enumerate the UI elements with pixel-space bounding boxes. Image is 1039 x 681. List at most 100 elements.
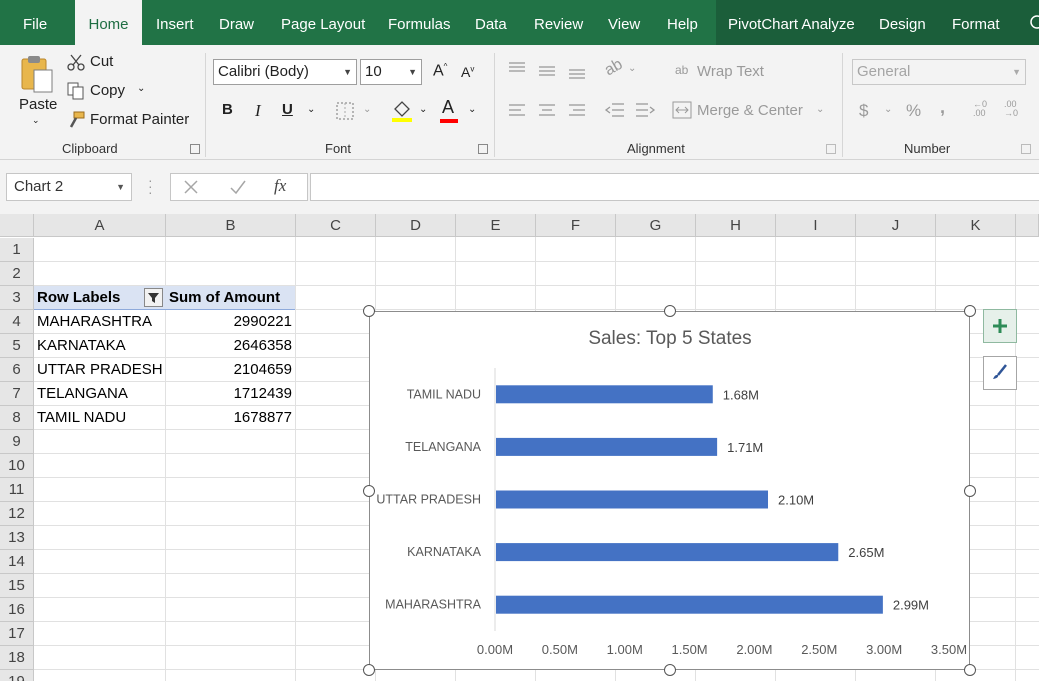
pivot-filter-button[interactable] <box>144 288 163 307</box>
pivot-row-label[interactable]: KARNATAKA <box>37 334 126 358</box>
pivot-row-label[interactable]: TELANGANA <box>37 382 128 406</box>
tab-draw[interactable]: Draw <box>219 0 254 45</box>
format-painter-icon[interactable] <box>67 111 85 129</box>
number-format-dropdown-icon[interactable]: ▼ <box>1012 60 1021 84</box>
chart-bar[interactable] <box>496 385 713 404</box>
fill-color-dropdown-icon[interactable]: ⌄ <box>419 104 427 115</box>
tab-file[interactable]: File <box>23 0 47 45</box>
column-header[interactable]: B <box>166 214 296 237</box>
row-header[interactable]: 1 <box>0 238 34 262</box>
row-header[interactable]: 18 <box>0 646 34 670</box>
pivot-chart[interactable]: Sales: Top 5 States MAHARASHTRA 2.99M KARNA… <box>369 311 970 670</box>
name-box-dropdown-icon[interactable]: ▼ <box>116 174 125 200</box>
indent-icons[interactable] <box>604 100 656 122</box>
font-dialog-launcher[interactable] <box>478 144 488 154</box>
pivot-row-label[interactable]: UTTAR PRADESH <box>37 358 163 382</box>
chart-bar[interactable] <box>496 543 839 562</box>
copy-dropdown-icon[interactable]: ⌄ <box>137 83 145 94</box>
row-header[interactable]: 2 <box>0 262 34 286</box>
font-color-dropdown-icon[interactable]: ⌄ <box>468 104 476 115</box>
column-header[interactable]: I <box>776 214 856 237</box>
pivot-row-value[interactable]: 1712439 <box>166 382 292 406</box>
decrease-font-size-icon[interactable]: Av <box>461 64 474 80</box>
cancel-icon[interactable] <box>183 179 199 195</box>
resize-handle-bottom-left[interactable] <box>363 664 375 676</box>
column-header[interactable]: C <box>296 214 376 237</box>
currency-dropdown-icon[interactable]: ⌄ <box>884 104 892 115</box>
row-header[interactable]: 5 <box>0 334 34 358</box>
merge-center-icon[interactable] <box>672 100 692 120</box>
chart-bar[interactable] <box>496 595 883 614</box>
tab-design[interactable]: Design <box>879 0 926 45</box>
wrap-text-button[interactable]: Wrap Text <box>697 63 764 80</box>
row-header[interactable]: 12 <box>0 502 34 526</box>
font-size-combo[interactable]: 10 ▼ <box>360 59 422 85</box>
copy-button[interactable]: Copy <box>90 82 125 99</box>
row-header[interactable]: 19 <box>0 670 34 681</box>
resize-handle-bottom-right[interactable] <box>964 664 976 676</box>
paste-icon[interactable] <box>20 54 56 94</box>
column-header[interactable]: E <box>456 214 536 237</box>
merge-center-button[interactable]: Merge & Center <box>697 102 803 119</box>
column-header[interactable]: A <box>34 214 166 237</box>
resize-handle-top-left[interactable] <box>363 305 375 317</box>
row-header[interactable]: 3 <box>0 286 34 310</box>
font-name-combo[interactable]: Calibri (Body) ▼ <box>213 59 357 85</box>
name-box[interactable]: Chart 2 ▼ <box>6 173 132 201</box>
row-header[interactable]: 16 <box>0 598 34 622</box>
row-header[interactable]: 7 <box>0 382 34 406</box>
percent-button[interactable]: % <box>906 101 921 121</box>
wrap-text-icon[interactable]: ab <box>675 63 688 77</box>
column-header[interactable]: F <box>536 214 616 237</box>
column-header[interactable]: H <box>696 214 776 237</box>
tab-pivotchart-analyze[interactable]: PivotChart Analyze <box>728 0 855 45</box>
paste-button[interactable]: Paste <box>19 96 57 113</box>
fill-color-icon[interactable] <box>391 99 413 123</box>
number-dialog-launcher[interactable] <box>1021 144 1031 154</box>
row-header[interactable]: 4 <box>0 310 34 334</box>
increase-font-size-icon[interactable]: A^ <box>433 62 447 80</box>
italic-button[interactable]: I <box>255 101 261 121</box>
pivot-row-label[interactable]: MAHARASHTRA <box>37 310 152 334</box>
resize-handle-left[interactable] <box>363 485 375 497</box>
tab-insert[interactable]: Insert <box>156 0 194 45</box>
pivot-row-value[interactable]: 2990221 <box>166 310 292 334</box>
formula-input[interactable] <box>310 173 1039 201</box>
font-name-dropdown-icon[interactable]: ▼ <box>343 60 352 84</box>
number-format-combo[interactable]: General ▼ <box>852 59 1026 85</box>
tab-home[interactable]: Home <box>75 0 142 45</box>
enter-icon[interactable] <box>229 179 247 195</box>
pivot-row-value[interactable]: 2104659 <box>166 358 292 382</box>
font-color-icon[interactable]: A <box>442 97 454 118</box>
row-header[interactable]: 17 <box>0 622 34 646</box>
orientation-icon[interactable]: ab <box>602 56 626 80</box>
pivot-row-labels-header[interactable]: Row Labels <box>37 286 120 310</box>
row-header[interactable]: 9 <box>0 430 34 454</box>
tab-view[interactable]: View <box>608 0 640 45</box>
row-header[interactable]: 8 <box>0 406 34 430</box>
chart-bar[interactable] <box>496 437 718 456</box>
pivot-sum-header[interactable]: Sum of Amount <box>169 286 280 310</box>
underline-dropdown-icon[interactable]: ⌄ <box>307 104 315 115</box>
column-header[interactable]: J <box>856 214 936 237</box>
format-painter-button[interactable]: Format Painter <box>90 111 189 128</box>
borders-icon[interactable] <box>335 101 355 121</box>
column-header[interactable]: G <box>616 214 696 237</box>
borders-dropdown-icon[interactable]: ⌄ <box>363 104 371 115</box>
chart-styles-button[interactable] <box>983 356 1017 390</box>
pivot-row-value[interactable]: 2646358 <box>166 334 292 358</box>
resize-handle-bottom[interactable] <box>664 664 676 676</box>
row-header[interactable]: 11 <box>0 478 34 502</box>
pivot-row-label[interactable]: TAMIL NADU <box>37 406 126 430</box>
merge-dropdown-icon[interactable]: ⌄ <box>816 104 824 115</box>
tab-formulas[interactable]: Formulas <box>388 0 451 45</box>
pivot-row-value[interactable]: 1678877 <box>166 406 292 430</box>
scissors-icon[interactable] <box>67 53 85 71</box>
insert-function-button[interactable]: fx <box>274 176 286 196</box>
resize-handle-right[interactable] <box>964 485 976 497</box>
vertical-align-icons[interactable] <box>507 60 597 80</box>
tab-format[interactable]: Format <box>952 0 1000 45</box>
clipboard-dialog-launcher[interactable] <box>190 144 200 154</box>
currency-button[interactable]: $ <box>859 101 868 121</box>
row-header[interactable]: 13 <box>0 526 34 550</box>
